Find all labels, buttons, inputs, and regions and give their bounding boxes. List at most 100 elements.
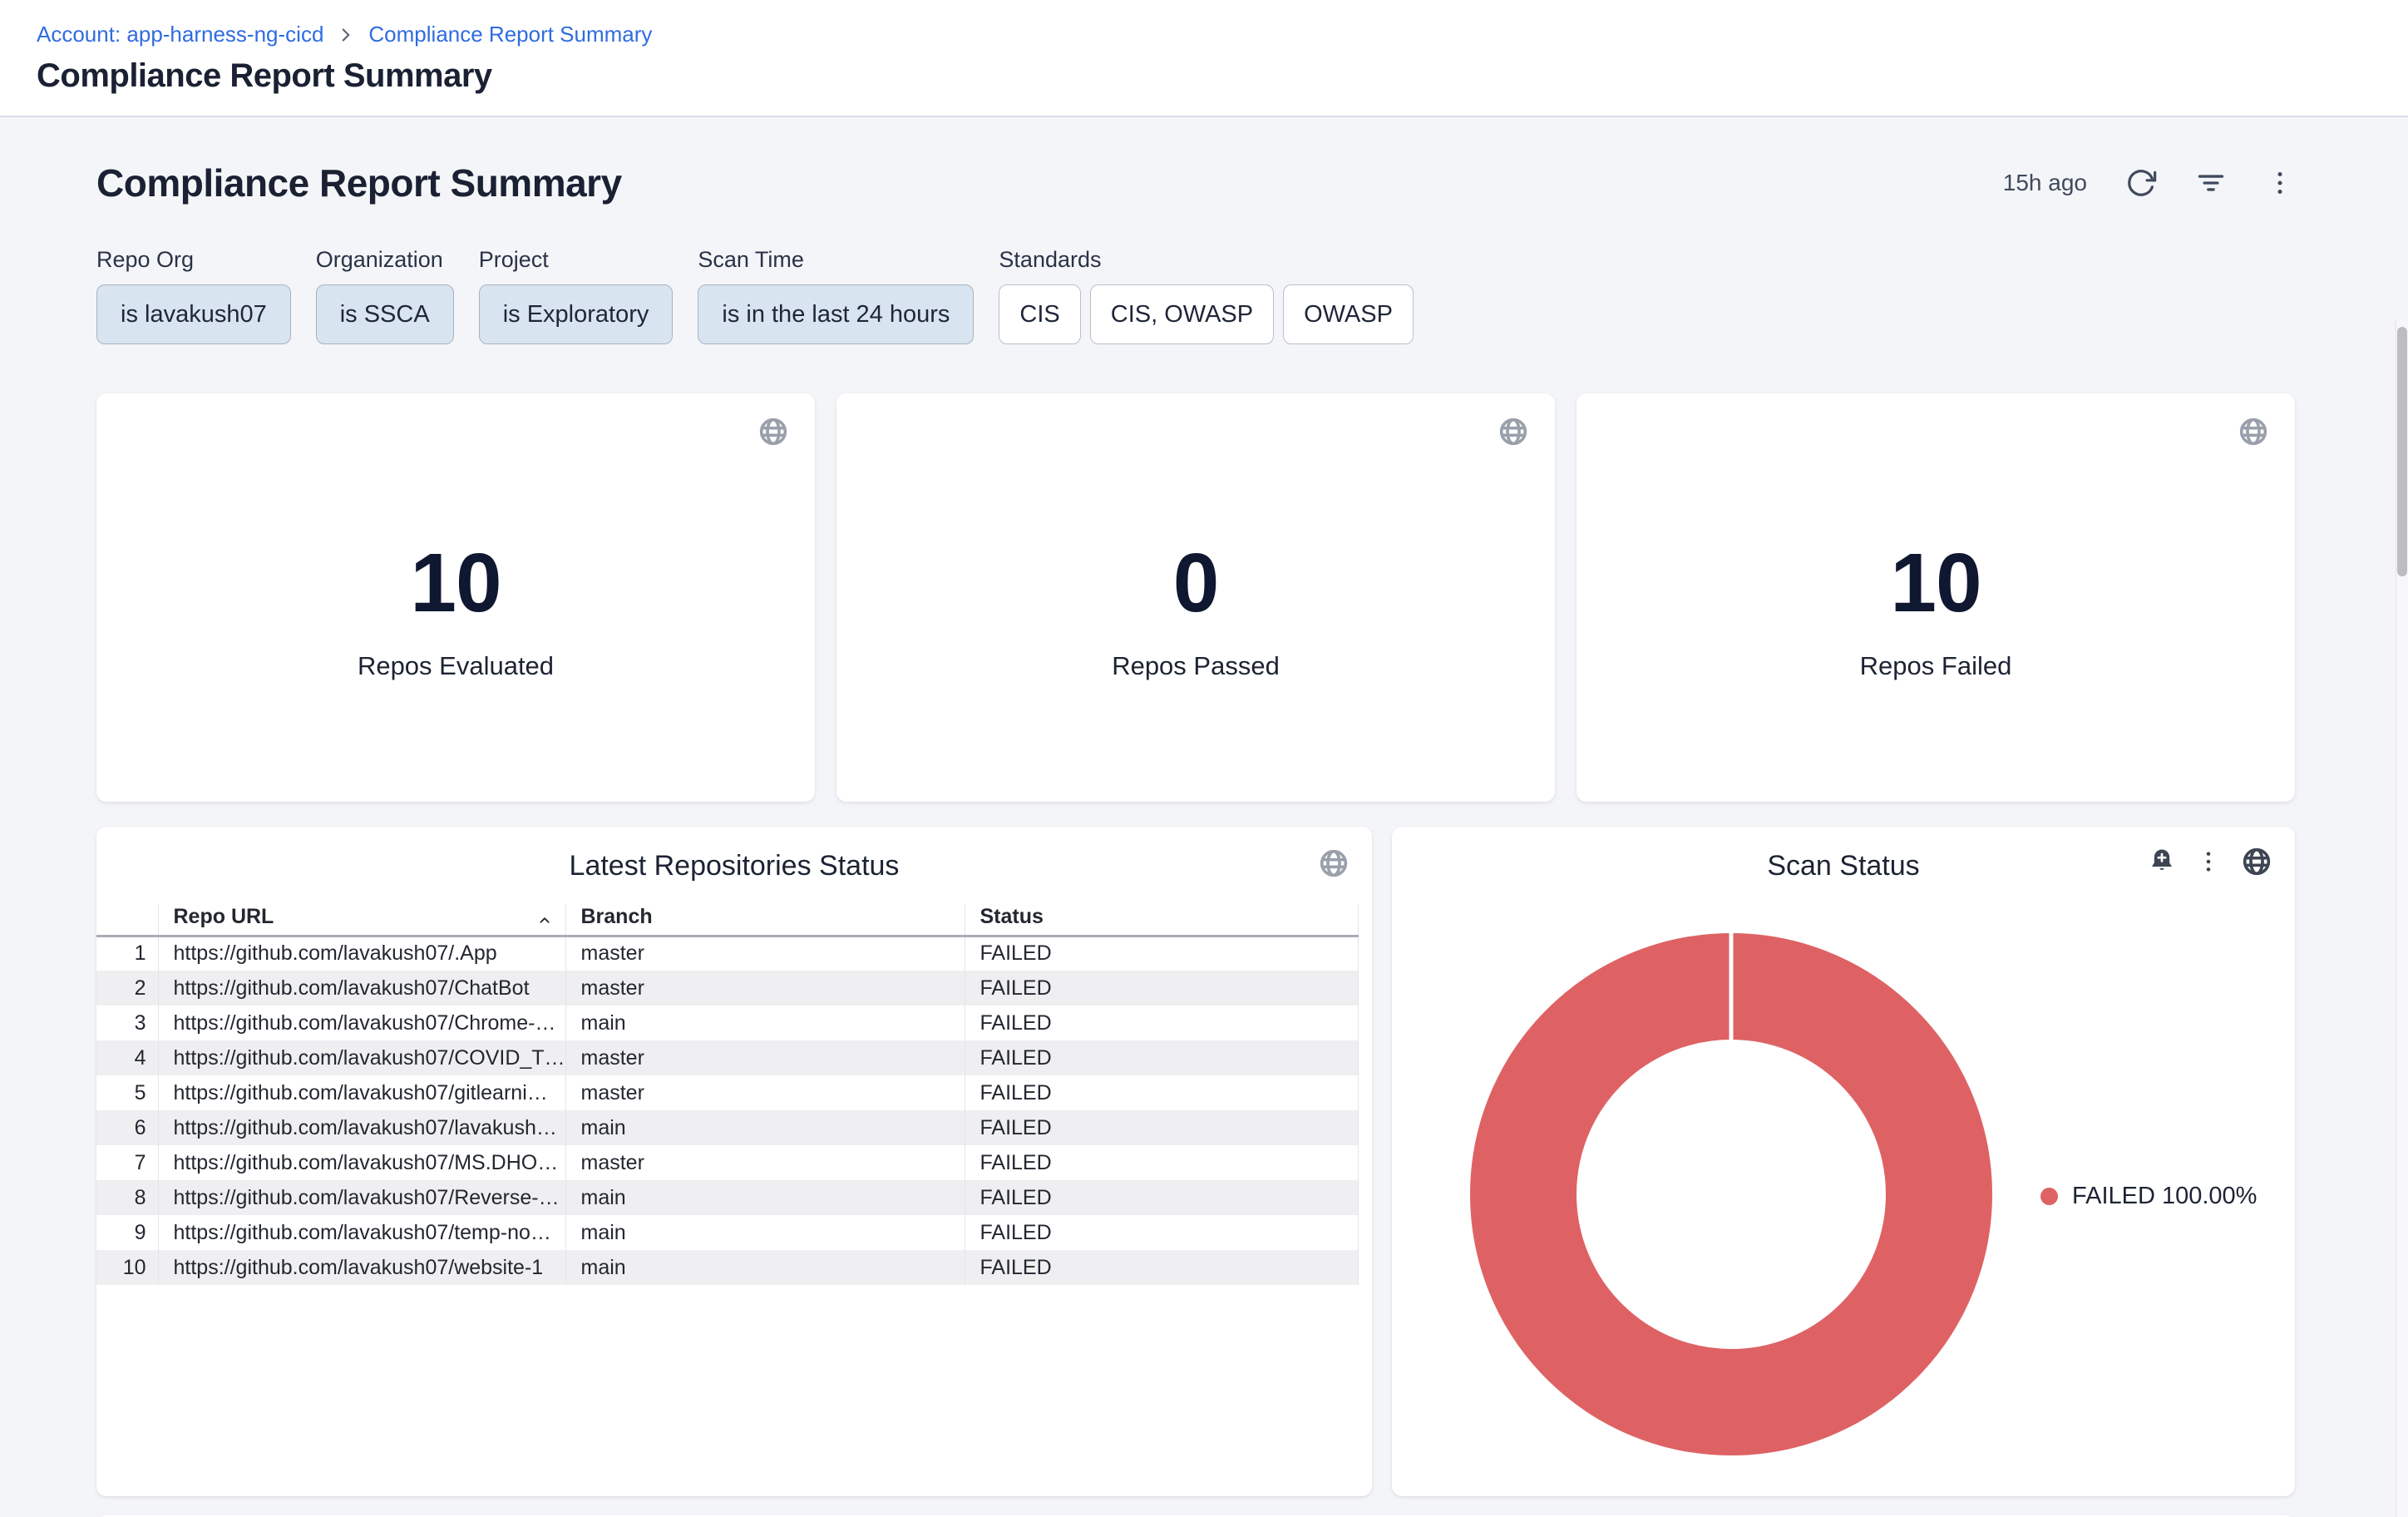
- column-header-label: Repo URL: [174, 905, 274, 928]
- scan-status-donut-chart: [1465, 928, 1997, 1460]
- cell-status: FAILED: [965, 1040, 1358, 1075]
- filter-chip-project[interactable]: is Exploratory: [479, 284, 674, 344]
- standards-chips: CIS CIS, OWASP OWASP: [999, 284, 1414, 344]
- row-index: 1: [96, 936, 158, 971]
- filter-chip-organization[interactable]: is SSCA: [316, 284, 454, 344]
- filter-label: Project: [479, 247, 674, 273]
- table-row[interactable]: 3https://github.com/lavakush07/Chrome-…m…: [96, 1006, 1358, 1040]
- column-header-repo-url[interactable]: Repo URL: [158, 904, 565, 936]
- cell-status: FAILED: [965, 1215, 1358, 1250]
- filter-button[interactable]: [2195, 167, 2227, 199]
- table-row[interactable]: 4https://github.com/lavakush07/COVID_T…m…: [96, 1040, 1358, 1075]
- kebab-icon: [2195, 848, 2222, 875]
- tile-more-options-button[interactable]: [2195, 848, 2222, 875]
- filter-label: Organization: [316, 247, 454, 273]
- cell-branch: master: [565, 971, 965, 1006]
- table-body: 1https://github.com/lavakush07/.Appmaste…: [96, 936, 1358, 1285]
- table-card-title: Latest Repositories Status: [96, 850, 1372, 882]
- row-index: 2: [96, 971, 158, 1006]
- kebab-icon: [2265, 168, 2295, 198]
- dashboard-header: Compliance Report Summary 15h ago: [96, 161, 2295, 205]
- filter-chip-repo-org[interactable]: is lavakush07: [96, 284, 291, 344]
- column-header-label: Status: [980, 905, 1044, 928]
- filter-label: Scan Time: [698, 247, 974, 273]
- breadcrumb-report-link[interactable]: Compliance Report Summary: [368, 22, 652, 47]
- row-index: 6: [96, 1110, 158, 1145]
- standards-chip-cis-owasp[interactable]: CIS, OWASP: [1090, 284, 1274, 344]
- vertical-scrollbar-track[interactable]: [2396, 320, 2408, 1517]
- cell-repo-url: https://github.com/lavakush07/lavakush…: [158, 1110, 565, 1145]
- donut-slice-failed[interactable]: [1523, 986, 1939, 1402]
- cell-repo-url: https://github.com/lavakush07/.App: [158, 936, 565, 971]
- filter-group-standards: Standards CIS CIS, OWASP OWASP: [999, 247, 1414, 344]
- page-header: Account: app-harness-ng-cicd Compliance …: [0, 0, 2408, 117]
- filter-chip-scan-time[interactable]: is in the last 24 hours: [698, 284, 974, 344]
- metric-body: 0 Repos Passed: [836, 393, 1555, 802]
- metric-value: 10: [1890, 536, 1981, 631]
- table-header-row: Repo URL Branch Status: [96, 904, 1358, 936]
- cell-branch: main: [565, 1180, 965, 1215]
- dashboard-actions: 15h ago: [2003, 167, 2295, 199]
- cell-branch: main: [565, 1250, 965, 1285]
- dashboard-panel: Compliance Report Summary 15h ago: [0, 119, 2408, 1517]
- globe-icon[interactable]: [1317, 847, 1350, 880]
- column-header-branch[interactable]: Branch: [565, 904, 965, 936]
- cell-branch: master: [565, 1145, 965, 1180]
- refresh-button[interactable]: [2125, 167, 2157, 199]
- cell-status: FAILED: [965, 1075, 1358, 1110]
- row-index: 3: [96, 1006, 158, 1040]
- metric-body: 10 Repos Failed: [1577, 393, 2295, 802]
- cell-repo-url: https://github.com/lavakush07/Chrome-…: [158, 1006, 565, 1040]
- cell-branch: main: [565, 1110, 965, 1145]
- row-index: 5: [96, 1075, 158, 1110]
- bottom-row: Latest Repositories Status Repo URL Bran…: [96, 827, 2295, 1496]
- breadcrumb-account-link[interactable]: Account: app-harness-ng-cicd: [37, 22, 323, 47]
- cell-status: FAILED: [965, 1006, 1358, 1040]
- sort-asc-icon: [535, 911, 554, 929]
- more-options-button[interactable]: [2265, 168, 2295, 198]
- metric-label: Repos Evaluated: [358, 651, 554, 681]
- row-index: 8: [96, 1180, 158, 1215]
- last-refreshed-timestamp: 15h ago: [2003, 170, 2087, 196]
- legend-item-failed[interactable]: FAILED 100.00%: [2040, 1183, 2257, 1210]
- metric-card-repos-passed: 0 Repos Passed: [836, 393, 1555, 802]
- repositories-table: Repo URL Branch Status 1https://github.c…: [96, 904, 1359, 1285]
- breadcrumb: Account: app-harness-ng-cicd Compliance …: [37, 22, 2408, 47]
- table-row[interactable]: 6https://github.com/lavakush07/lavakush……: [96, 1110, 1358, 1145]
- table-row[interactable]: 2https://github.com/lavakush07/ChatBotma…: [96, 971, 1358, 1006]
- cell-repo-url: https://github.com/lavakush07/gitlearni…: [158, 1075, 565, 1110]
- cell-status: FAILED: [965, 971, 1358, 1006]
- cell-status: FAILED: [965, 1110, 1358, 1145]
- metric-card-repos-evaluated: 10 Repos Evaluated: [96, 393, 815, 802]
- metric-label: Repos Failed: [1860, 651, 2012, 681]
- vertical-scrollbar-thumb[interactable]: [2397, 327, 2407, 576]
- table-row[interactable]: 7https://github.com/lavakush07/MS.DHO…ma…: [96, 1145, 1358, 1180]
- alert-button[interactable]: [2147, 847, 2177, 877]
- cell-branch: main: [565, 1006, 965, 1040]
- filter-label: Repo Org: [96, 247, 291, 273]
- cell-repo-url: https://github.com/lavakush07/temp-no…: [158, 1215, 565, 1250]
- cell-branch: master: [565, 936, 965, 971]
- cell-branch: main: [565, 1215, 965, 1250]
- filter-icon: [2195, 167, 2227, 199]
- page-title: Compliance Report Summary: [37, 57, 2408, 95]
- metric-value: 10: [410, 536, 501, 631]
- cell-status: FAILED: [965, 1145, 1358, 1180]
- table-row[interactable]: 8https://github.com/lavakush07/Reverse-……: [96, 1180, 1358, 1215]
- metric-body: 10 Repos Evaluated: [96, 393, 815, 802]
- cell-repo-url: https://github.com/lavakush07/Reverse-…: [158, 1180, 565, 1215]
- table-row[interactable]: 9https://github.com/lavakush07/temp-no…m…: [96, 1215, 1358, 1250]
- metric-value: 0: [1173, 536, 1219, 631]
- column-header-label: Branch: [581, 905, 653, 928]
- filter-label: Standards: [999, 247, 1414, 273]
- globe-icon[interactable]: [2240, 845, 2273, 878]
- standards-chip-cis[interactable]: CIS: [999, 284, 1080, 344]
- cell-status: FAILED: [965, 1180, 1358, 1215]
- column-header-status[interactable]: Status: [965, 904, 1358, 936]
- standards-chip-owasp[interactable]: OWASP: [1283, 284, 1414, 344]
- table-row[interactable]: 10https://github.com/lavakush07/website-…: [96, 1250, 1358, 1285]
- cell-repo-url: https://github.com/lavakush07/website-1: [158, 1250, 565, 1285]
- table-row[interactable]: 1https://github.com/lavakush07/.Appmaste…: [96, 936, 1358, 971]
- dashboard-title: Compliance Report Summary: [96, 161, 622, 205]
- table-row[interactable]: 5https://github.com/lavakush07/gitlearni…: [96, 1075, 1358, 1110]
